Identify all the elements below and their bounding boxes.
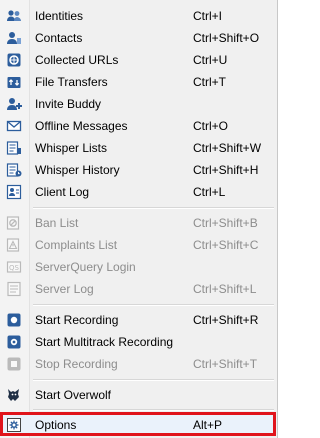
invite-buddy-icon	[6, 96, 22, 112]
urls-icon	[6, 52, 22, 68]
ban-list-icon	[6, 215, 22, 231]
menu-item-shortcut: Ctrl+O	[193, 119, 229, 133]
menu-item-label: Stop Recording	[35, 357, 118, 371]
menu-item-label: Whisper Lists	[35, 141, 108, 155]
menu-item-complaints-list: Complaints List Ctrl+Shift+C	[0, 234, 276, 256]
separator	[33, 304, 274, 306]
menu-item-label: File Transfers	[35, 75, 108, 89]
menu-item-label: Ban List	[35, 216, 79, 230]
menu-item-serverquery-login: QS ServerQuery Login	[0, 256, 276, 278]
menu-item-label: Complaints List	[35, 238, 118, 252]
menu-item-label: Server Log	[35, 282, 94, 296]
complaints-icon	[6, 237, 22, 253]
menu-item-label: Client Log	[35, 185, 90, 199]
menu-item-contacts[interactable]: Contacts Ctrl+Shift+O	[0, 27, 276, 49]
menu-item-label: ServerQuery Login	[35, 260, 136, 274]
menu-item-file-transfers[interactable]: File Transfers Ctrl+T	[0, 71, 276, 93]
menu-item-shortcut: Alt+P	[193, 418, 223, 432]
svg-text:QS: QS	[9, 264, 20, 272]
menu-item-stop-recording: Stop Recording Ctrl+Shift+T	[0, 353, 276, 375]
menu-item-shortcut: Ctrl+Shift+H	[193, 163, 259, 177]
menu-item-shortcut: Ctrl+Shift+T	[193, 357, 258, 371]
menu-item-start-overwolf[interactable]: Start Overwolf	[0, 384, 276, 406]
menu-item-shortcut: Ctrl+L	[193, 185, 226, 199]
menu-item-shortcut: Ctrl+Shift+W	[193, 141, 262, 155]
menu-item-shortcut: Ctrl+Shift+R	[193, 313, 259, 327]
overwolf-icon	[6, 387, 22, 403]
separator	[33, 379, 274, 381]
menu-item-label: Start Recording	[35, 313, 119, 327]
options-icon	[6, 417, 22, 433]
menu-item-invite-buddy[interactable]: Invite Buddy	[0, 93, 276, 115]
menu-item-collected-urls[interactable]: Collected URLs Ctrl+U	[0, 49, 276, 71]
menu-item-shortcut: Ctrl+Shift+L	[193, 282, 257, 296]
menu-item-ban-list: Ban List Ctrl+Shift+B	[0, 212, 276, 234]
menu-item-label: Start Overwolf	[35, 388, 112, 402]
menu-item-shortcut: Ctrl+Shift+B	[193, 216, 258, 230]
server-log-icon	[6, 281, 22, 297]
separator	[33, 409, 274, 411]
menu-item-label: Options	[35, 418, 77, 432]
menu-item-label: Whisper History	[35, 163, 120, 177]
stop-record-icon	[6, 356, 22, 372]
menu-item-start-multitrack-recording[interactable]: Start Multitrack Recording	[0, 331, 276, 353]
menu-item-label: Identities	[35, 9, 84, 23]
separator	[33, 207, 274, 209]
menu-item-shortcut: Ctrl+Shift+C	[193, 238, 259, 252]
menu-item-client-log[interactable]: Client Log Ctrl+L	[0, 181, 276, 203]
menu-item-start-recording[interactable]: Start Recording Ctrl+Shift+R	[0, 309, 276, 331]
menu-item-shortcut: Ctrl+I	[193, 9, 223, 23]
menu-item-label: Offline Messages	[35, 119, 128, 133]
menu-item-whisper-history[interactable]: Whisper History Ctrl+Shift+H	[0, 159, 276, 181]
whisper-history-icon	[6, 162, 22, 178]
menu-item-label: Contacts	[35, 31, 83, 45]
multitrack-record-icon	[6, 334, 22, 350]
identities-icon	[6, 8, 22, 24]
menu-item-shortcut: Ctrl+T	[193, 75, 226, 89]
menu-item-label: Start Multitrack Recording	[35, 335, 174, 349]
record-icon	[6, 312, 22, 328]
tools-menu: Identities Ctrl+I Contacts Ctrl+Shift+O …	[0, 0, 278, 438]
menu-item-label: Collected URLs	[35, 53, 119, 67]
menu-item-options[interactable]: Options Alt+P	[0, 414, 276, 436]
envelope-icon	[6, 118, 22, 134]
whisper-lists-icon	[6, 140, 22, 156]
client-log-icon	[6, 184, 22, 200]
menu-item-shortcut: Ctrl+Shift+O	[193, 31, 260, 45]
serverquery-icon: QS	[6, 259, 22, 275]
contacts-icon	[6, 30, 22, 46]
file-transfer-icon	[6, 74, 22, 90]
menu-item-shortcut: Ctrl+U	[193, 53, 228, 67]
menu-item-identities[interactable]: Identities Ctrl+I	[0, 5, 276, 27]
menu-item-whisper-lists[interactable]: Whisper Lists Ctrl+Shift+W	[0, 137, 276, 159]
menu-item-server-log: Server Log Ctrl+Shift+L	[0, 278, 276, 300]
menu-item-offline-messages[interactable]: Offline Messages Ctrl+O	[0, 115, 276, 137]
menu-item-label: Invite Buddy	[35, 97, 102, 111]
